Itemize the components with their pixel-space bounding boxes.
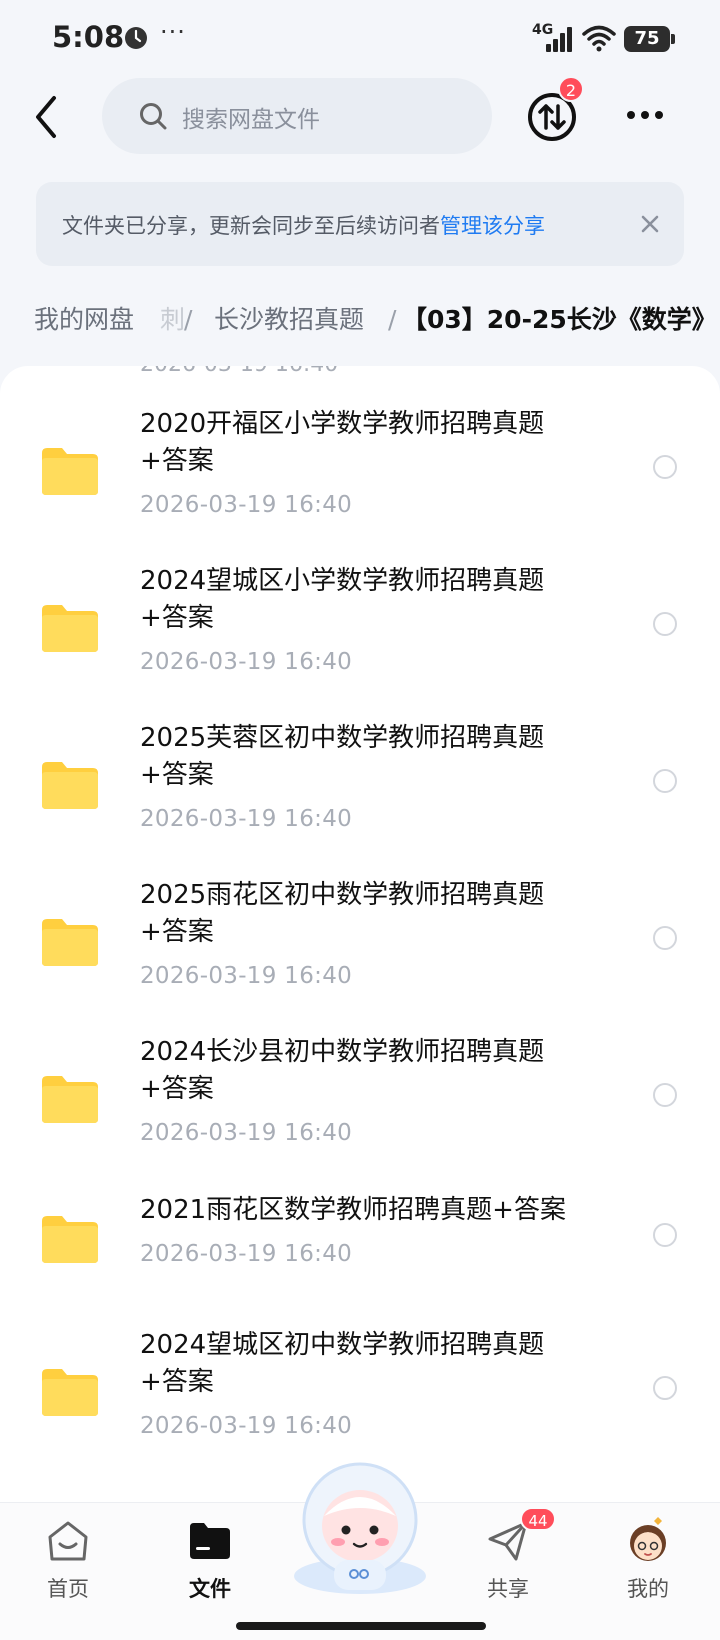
breadcrumb-current: 【03】20-25长沙《数学》: [402, 305, 717, 334]
file-name: 2024望城区初中数学教师招聘真题 +答案: [140, 1330, 545, 1397]
battery-indicator: 75: [624, 26, 670, 52]
list-item[interactable]: 2025芙蓉区初中数学教师招聘真题 +答案 2026-03-19 16:40: [0, 720, 720, 860]
search-input[interactable]: 搜索网盘文件: [102, 78, 492, 154]
search-placeholder: 搜索网盘文件: [182, 107, 320, 133]
select-checkbox[interactable]: [653, 455, 677, 479]
folder-icon: [42, 919, 98, 966]
select-checkbox[interactable]: [653, 926, 677, 950]
list-item[interactable]: 2024望城区小学数学教师招聘真题 +答案 2026-03-19 16:40: [0, 563, 720, 703]
share-badge: 44: [520, 1507, 556, 1531]
folder-icon: [42, 1215, 98, 1263]
nav-mine[interactable]: 我的: [598, 1517, 698, 1617]
nav-home[interactable]: 首页: [18, 1517, 118, 1617]
breadcrumb-separator: /: [388, 305, 397, 334]
status-time: 5:08: [52, 20, 125, 54]
file-date: 2026-03-19 16:40: [140, 492, 353, 518]
select-checkbox[interactable]: [653, 1083, 677, 1107]
nav-mine-label: 我的: [627, 1577, 669, 1601]
nav-files-label: 文件: [189, 1577, 231, 1601]
assistant-mascot-icon[interactable]: [288, 1460, 432, 1596]
list-item[interactable]: 2024长沙县初中数学教师招聘真题 +答案 2026-03-19 16:40: [0, 1034, 720, 1174]
select-checkbox[interactable]: [653, 612, 677, 636]
nav-share[interactable]: 44 共享: [458, 1507, 558, 1617]
file-name: 2025雨花区初中数学教师招聘真题 +答案: [140, 880, 545, 947]
list-item[interactable]: 2021雨花区数学教师招聘真题+答案 2026-03-19 16:40: [0, 1192, 720, 1332]
file-date: 2026-03-19 16:40: [140, 649, 353, 675]
file-date: 2026-03-19 16:40: [140, 366, 338, 377]
breadcrumb-hidden-item: 刺: [160, 305, 186, 334]
share-notice-banner: 文件夹已分享，更新会同步至后续访问者管理该分享: [36, 182, 684, 266]
file-name: 2025芙蓉区初中数学教师招聘真题 +答案: [140, 723, 545, 790]
battery-cap: [671, 34, 675, 44]
file-list: 2026-03-19 16:40 2020开福区小学数学教师招聘真题+答案202…: [0, 366, 720, 1502]
breadcrumb-item-changsha[interactable]: 长沙教招真题: [214, 290, 364, 350]
status-more-indicator: ···: [160, 18, 186, 46]
folder-icon: [190, 1523, 230, 1559]
clock-icon: [125, 27, 147, 49]
list-item[interactable]: 2020开福区小学数学教师招聘真题 +答案 2026-03-19 16:40: [0, 406, 720, 546]
file-date: 2026-03-19 16:40: [140, 806, 353, 832]
select-checkbox[interactable]: [653, 1222, 677, 1247]
select-checkbox[interactable]: [653, 1376, 677, 1400]
share-notice-message: 文件夹已分享，更新会同步至后续访问者: [62, 214, 440, 238]
folder-icon: [42, 605, 98, 652]
breadcrumb-separator: /: [184, 305, 193, 334]
folder-icon: [42, 448, 98, 495]
search-icon: [140, 103, 167, 130]
folder-icon: [42, 762, 98, 809]
share-notice-text: 文件夹已分享，更新会同步至后续访问者管理该分享: [62, 210, 545, 240]
file-name: 2020开福区小学数学教师招聘真题 +答案: [140, 409, 545, 476]
folder-icon: [42, 1076, 98, 1123]
file-date: 2026-03-19 16:40: [140, 1120, 353, 1146]
file-name: 2024望城区小学数学教师招聘真题 +答案: [140, 566, 545, 633]
file-date: 2026-03-19 16:40: [140, 1241, 353, 1267]
close-icon[interactable]: [638, 212, 662, 236]
list-item[interactable]: 2025雨花区初中数学教师招聘真题 +答案 2026-03-19 16:40: [0, 877, 720, 1017]
home-icon: [48, 1521, 88, 1561]
manage-share-link[interactable]: 管理该分享: [440, 214, 545, 238]
wifi-icon: [582, 25, 616, 52]
signal-icon: [546, 27, 572, 52]
breadcrumb-root[interactable]: 我的网盘: [18, 290, 151, 350]
file-date: 2026-03-19 16:40: [140, 963, 353, 989]
transfer-badge: 2: [558, 76, 584, 102]
select-checkbox[interactable]: [653, 769, 677, 793]
status-bar: 5:08 ··· 4G 75: [0, 0, 720, 80]
more-menu-icon[interactable]: [624, 100, 666, 130]
file-name: 2024长沙县初中数学教师招聘真题 +答案: [140, 1037, 545, 1104]
home-indicator: [236, 1622, 486, 1630]
back-arrow-icon[interactable]: [28, 92, 68, 142]
nav-share-label: 共享: [487, 1577, 529, 1601]
file-name: 2021雨花区数学教师招聘真题+答案: [140, 1195, 566, 1225]
folder-icon: [42, 1369, 98, 1416]
breadcrumb: 刺 / 长沙教招真题 / 【03】20-25长沙《数学》 我的网盘: [0, 290, 720, 350]
nav-files[interactable]: 文件: [160, 1517, 260, 1617]
nav-home-label: 首页: [47, 1577, 89, 1601]
file-date: 2026-03-19 16:40: [140, 1413, 353, 1439]
list-item[interactable]: 2024望城区初中数学教师招聘真题 +答案 2026-03-19 16:40: [0, 1327, 720, 1467]
avatar: [630, 1517, 666, 1561]
